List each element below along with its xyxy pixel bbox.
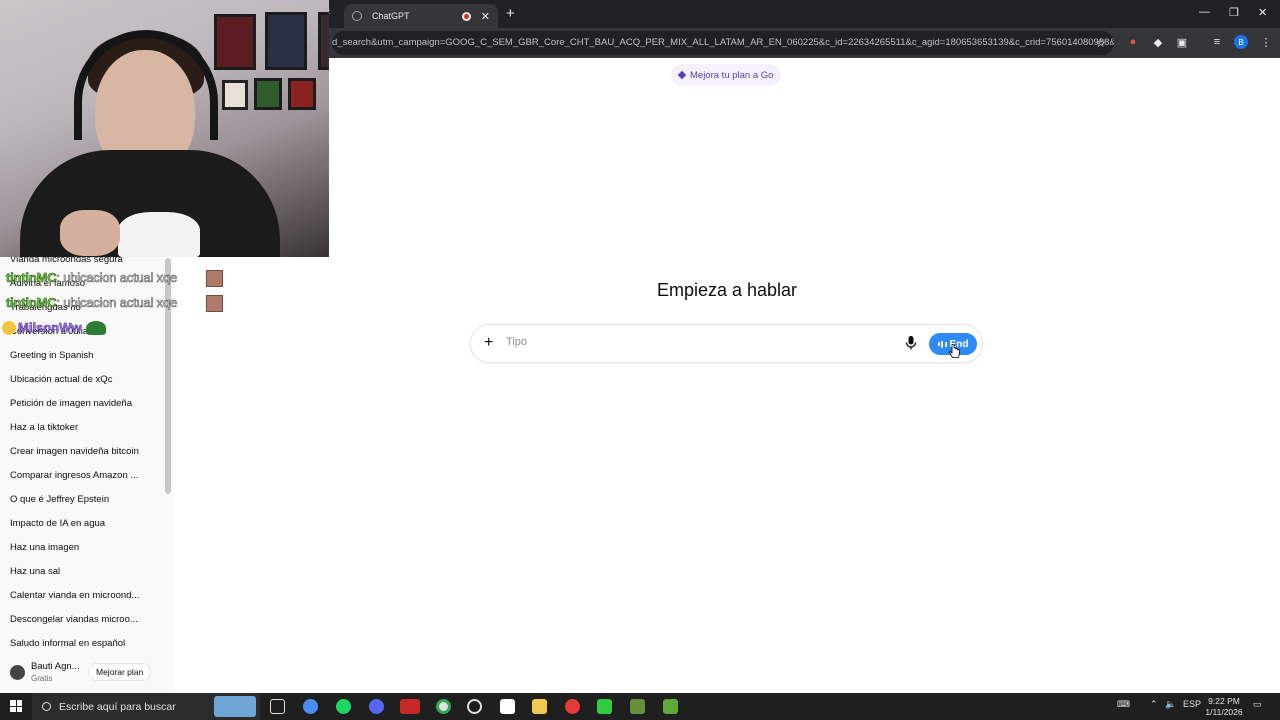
webcam-overlay — [0, 0, 329, 257]
promo-label: Mejora tu plan a Go — [690, 69, 774, 81]
minecraft-icon[interactable] — [663, 699, 678, 714]
wall-poster — [214, 14, 256, 70]
sidebar-item[interactable]: Comparar ingresos Amazon ... — [10, 470, 138, 481]
sidebar-item[interactable]: Haz una sal — [10, 566, 60, 577]
address-bar[interactable]: d_search&utm_campaign=GOOG_C_SEM_GBR_Cor… — [332, 31, 1114, 55]
stream-chat-message: tintinMC: ubicacion actual xqe — [6, 270, 178, 286]
sidebar-item[interactable]: Petición de imagen navideña — [10, 398, 132, 409]
chat-avatar — [206, 270, 223, 287]
minimize-icon[interactable]: — — [1199, 6, 1210, 18]
sidebar-item[interactable]: Greeting in Spanish — [10, 350, 93, 361]
chatgpt-favicon-icon — [352, 11, 362, 21]
stream-chat-message: MilsonWw — [2, 320, 106, 335]
mouse-cursor-icon — [949, 344, 960, 358]
sidebar-item[interactable]: Calentar vianda en microond... — [10, 590, 139, 601]
restore-icon[interactable]: ❐ — [1229, 6, 1239, 19]
keyboard-icon[interactable]: ⌨ — [1117, 699, 1130, 710]
sidebar-item[interactable]: Saludo informal en español — [10, 638, 125, 649]
chat-nick: tintinMC — [6, 295, 57, 311]
tab-title: ChatGPT — [372, 11, 410, 21]
streamer-hand — [60, 210, 120, 256]
chat-text: : ubicacion actual xqe — [56, 270, 178, 286]
opera-icon[interactable] — [565, 699, 580, 714]
close-tab-icon[interactable]: ✕ — [481, 10, 490, 23]
browser-tab-chatgpt[interactable]: ChatGPT ✕ — [344, 4, 498, 28]
wall-frame — [254, 78, 282, 110]
chat-nick: MilsonWw — [18, 320, 82, 336]
media-control-icon[interactable]: ≡ — [1210, 35, 1224, 49]
taskbar-search[interactable] — [32, 693, 260, 720]
language-indicator[interactable]: ESP — [1183, 699, 1201, 709]
kick-icon[interactable] — [597, 699, 612, 714]
chat-text: : ubicacion actual xqe — [56, 295, 178, 311]
url-text: d_search&utm_campaign=GOOG_C_SEM_GBR_Cor… — [332, 37, 1114, 48]
microphone-icon[interactable] — [905, 336, 917, 350]
sidebar-item[interactable]: Crear imagen navideña bitcoin — [10, 446, 139, 457]
voicemeeter-icon[interactable] — [400, 699, 420, 714]
windows-start-icon[interactable] — [10, 700, 22, 712]
shirt-print — [118, 212, 200, 257]
volume-icon[interactable]: 🔈 — [1165, 699, 1176, 710]
browser-menu-icon[interactable]: ⋮ — [1259, 35, 1273, 49]
message-composer: + End — [470, 324, 983, 363]
user-account-bar[interactable]: Bauti Agn... Gratis Mejorar plan — [0, 656, 174, 693]
user-plan: Gratis — [31, 674, 53, 683]
wall-frame — [288, 78, 316, 110]
avatar — [10, 665, 25, 680]
obs-icon[interactable] — [467, 699, 482, 714]
sidebar-item[interactable]: Haz una imagen — [10, 542, 79, 553]
message-input[interactable] — [506, 336, 886, 348]
extension-fox-icon[interactable]: ● — [1126, 35, 1140, 49]
search-highlight-icon — [214, 696, 256, 717]
extension-shield-icon[interactable]: ◆ — [1151, 35, 1165, 49]
chat-avatar — [206, 295, 223, 312]
sidebar-item[interactable]: Haz a la tiktoker — [10, 422, 78, 433]
wall-poster — [318, 12, 329, 70]
spotify-icon[interactable] — [336, 699, 351, 714]
sidebar-item[interactable]: Impacto de IA en agua — [10, 518, 105, 529]
upgrade-plan-button[interactable]: Mejorar plan — [88, 663, 152, 681]
chevron-up-icon[interactable]: ⌃ — [1150, 699, 1158, 710]
sidebar-item[interactable]: Ubicación actual de xQc — [10, 374, 112, 385]
clock-time: 9:22 PM — [1208, 696, 1240, 706]
file-explorer-icon[interactable] — [532, 699, 547, 714]
user-name: Bauti Agn... — [31, 661, 80, 672]
discord-icon[interactable] — [369, 699, 384, 714]
extensions-puzzle-icon[interactable]: ▣ — [1175, 35, 1189, 49]
voice-bars-icon — [937, 340, 947, 348]
close-window-icon[interactable]: ✕ — [1258, 6, 1267, 19]
sidebar-item[interactable]: Descongelar viandas microo... — [10, 614, 138, 625]
taskbar-search-input[interactable] — [59, 700, 209, 713]
capcut-icon[interactable] — [500, 699, 515, 714]
diamond-icon — [677, 70, 687, 80]
taskbar-clock[interactable]: 9:22 PM 1/11/2026 — [1200, 696, 1248, 718]
chrome-icon[interactable] — [436, 699, 451, 714]
profile-avatar[interactable]: B — [1234, 35, 1248, 49]
copilot-icon[interactable] — [303, 699, 318, 714]
wall-frame — [222, 80, 248, 110]
sidebar-scrollbar[interactable] — [165, 258, 171, 494]
emote-icon — [2, 320, 16, 335]
page-headline: Empieza a hablar — [656, 280, 798, 300]
sidebar-item[interactable]: O que é Jeffrey Epstein — [10, 494, 109, 505]
task-view-icon[interactable] — [270, 699, 285, 714]
star-icon[interactable]: ☆ — [1095, 31, 1106, 55]
clock-date: 1/11/2026 — [1205, 707, 1243, 717]
screen: ‹ ChatGPT ✕ + — ❐ ✕ d_search&utm_campaig… — [0, 0, 1280, 720]
upgrade-promo-button[interactable]: Mejora tu plan a Go — [671, 64, 782, 86]
recording-icon — [461, 11, 471, 21]
plus-icon[interactable]: + — [484, 335, 493, 351]
new-tab-button[interactable]: + — [506, 5, 515, 22]
app-icon[interactable] — [630, 699, 645, 714]
windows-taskbar: ⌨ ⌃ 🔈 ESP 9:22 PM 1/11/2026 ▭ — [0, 693, 1280, 720]
stream-chat-message: tintinMC: ubicacion actual xqe — [6, 295, 178, 311]
notification-icon[interactable]: ▭ — [1253, 699, 1262, 710]
pepe-emote-icon — [85, 320, 106, 335]
wall-poster — [265, 12, 307, 70]
headset-icon — [74, 30, 218, 140]
search-icon — [42, 702, 51, 711]
chat-nick: tintinMC — [6, 270, 57, 286]
